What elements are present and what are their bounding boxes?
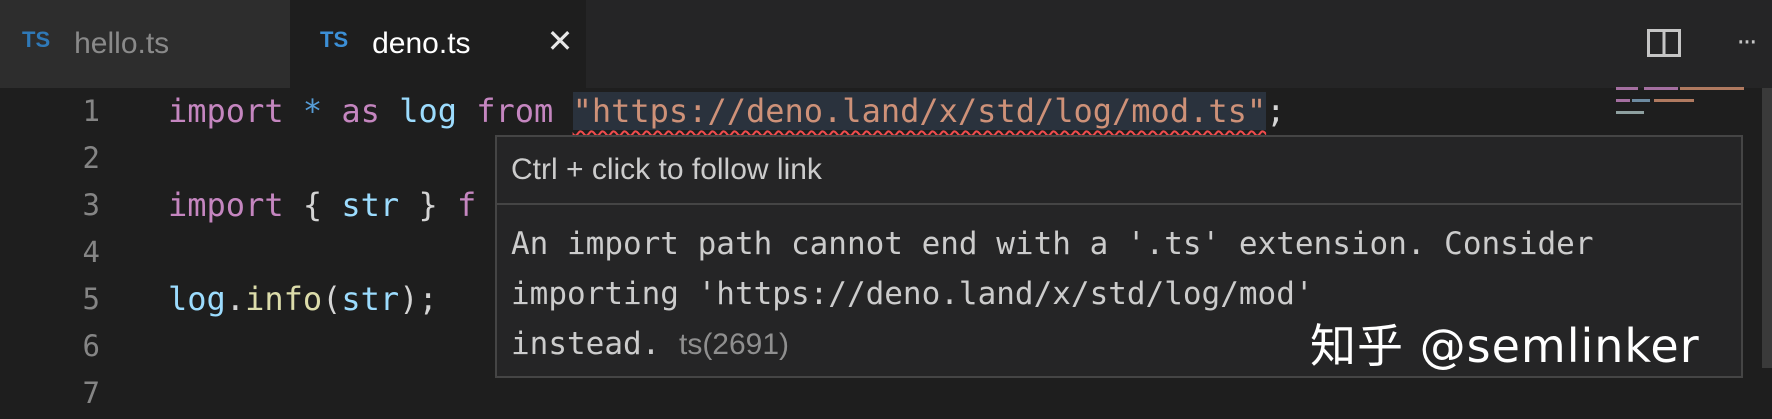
hover-link-hint: Ctrl + click to follow link — [497, 137, 1741, 205]
code-line-5: log.info(str); — [168, 276, 438, 323]
watermark: 知乎 @semlinker — [1310, 319, 1700, 373]
diagnostic-line-1: An import path cannot end with a '.ts' e… — [511, 226, 1594, 262]
tab-hello-ts[interactable]: TS hello.ts — [0, 0, 290, 88]
brace-open: { — [302, 186, 323, 224]
namespace-star: * — [302, 92, 323, 130]
typescript-file-icon: TS — [22, 27, 51, 52]
method-info: info — [245, 280, 323, 318]
dot: . — [225, 280, 246, 318]
line-number: 4 — [82, 235, 100, 269]
identifier-log: log — [399, 92, 457, 130]
brace-close: } — [418, 186, 438, 224]
code-line-1: import * as log from "https://deno.land/… — [168, 88, 1285, 135]
minimap[interactable] — [1614, 87, 1744, 127]
line-number: 5 — [82, 282, 100, 316]
line-number: 2 — [82, 141, 100, 175]
keyword-import: import — [168, 186, 284, 224]
paren-close: ); — [399, 280, 438, 318]
identifier-str: str — [341, 280, 400, 318]
tab-label: hello.ts — [74, 27, 170, 60]
line-number: 1 — [82, 94, 100, 128]
split-editor-icon[interactable] — [1647, 29, 1681, 57]
diagnostic-code: ts(2691) — [678, 328, 790, 361]
keyword-import: import — [168, 92, 284, 130]
keyword-as: as — [341, 92, 380, 130]
keyword-from-partial: f — [456, 186, 477, 224]
editor-tab-bar: TS hello.ts TS deno.ts ✕ ··· — [0, 0, 1772, 88]
identifier-str: str — [341, 186, 400, 224]
line-number: 7 — [82, 376, 100, 410]
diagnostic-line-2: importing 'https://deno.land/x/std/log/m… — [511, 276, 1314, 312]
code-line-3: import { str } f — [168, 182, 476, 229]
line-number: 6 — [82, 329, 100, 363]
import-path-link[interactable]: "https://deno.land/x/std/log/mod.ts" — [572, 92, 1267, 130]
line-number: 3 — [82, 188, 100, 222]
tab-label: deno.ts — [372, 27, 471, 60]
identifier-log: log — [168, 280, 226, 318]
semicolon: ; — [1266, 92, 1286, 130]
typescript-file-icon: TS — [320, 27, 349, 52]
more-actions-icon[interactable]: ··· — [1728, 28, 1764, 58]
vertical-scrollbar[interactable] — [1762, 88, 1772, 368]
tab-deno-ts[interactable]: TS deno.ts ✕ — [290, 0, 586, 88]
paren-open: ( — [322, 280, 342, 318]
close-icon[interactable]: ✕ — [545, 25, 575, 57]
keyword-from: from — [476, 92, 554, 130]
diagnostic-line-3: instead. — [511, 326, 661, 362]
